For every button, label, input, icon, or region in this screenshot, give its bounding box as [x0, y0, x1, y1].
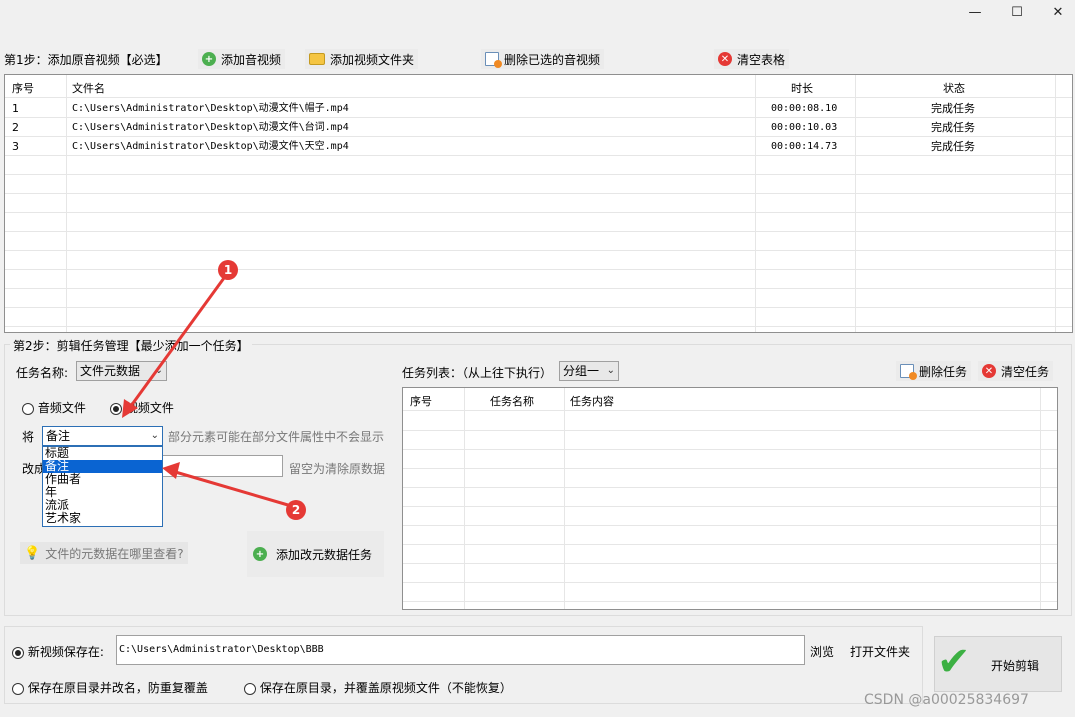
- delete-selected-label: 删除已选的音视频: [504, 52, 601, 67]
- dropdown-option-artist[interactable]: 艺术家: [43, 512, 162, 525]
- task-table-header: 序号 任务名称 任务内容: [403, 392, 1057, 411]
- task-col-content-header: 任务内容: [570, 395, 614, 408]
- metadata-help-link[interactable]: 💡 文件的元数据在哪里查看?: [20, 542, 188, 564]
- jiang-label: 将: [22, 430, 35, 444]
- radio-audio-circle: [22, 402, 34, 415]
- group-value: 分组一: [563, 364, 600, 378]
- dropdown-option-composer[interactable]: 作曲者: [43, 473, 162, 486]
- add-audio-button[interactable]: + 添加音视频: [198, 49, 286, 69]
- task-col-name-header: 任务名称: [490, 395, 534, 408]
- clear-tasks-label: 清空任务: [1001, 364, 1050, 379]
- chevron-down-icon: ⌄: [150, 430, 159, 441]
- overwrite-label: 保存在原目录，并覆盖原视频文件（不能恢复）: [259, 681, 512, 695]
- radio-video-circle: [110, 402, 122, 415]
- file-table[interactable]: 序号 文件名 时长 状态 1 C:\Users\Administrator\De…: [4, 74, 1073, 333]
- row-duration: 00:00:14.73: [771, 141, 838, 152]
- checkmark-icon: ✔: [937, 639, 971, 685]
- row-index: 3: [12, 140, 19, 153]
- clear-tasks-button[interactable]: ✕ 清空任务: [978, 361, 1054, 381]
- radio-save-rename[interactable]: 保存在原目录并改名，防重复覆盖: [12, 679, 208, 696]
- row-index: 1: [12, 102, 19, 115]
- col-file-header: 文件名: [72, 82, 105, 95]
- table-row[interactable]: 2 C:\Users\Administrator\Desktop\动漫文件\台词…: [5, 118, 1072, 137]
- delete-file-icon: [900, 364, 917, 380]
- minimize-button[interactable]: —: [955, 2, 995, 24]
- metadata-field-value: 备注: [46, 429, 71, 443]
- row-duration: 00:00:10.03: [771, 122, 838, 133]
- radio-save-to-circle: [12, 646, 24, 659]
- lightbulb-icon: 💡: [24, 545, 41, 561]
- col-status-header: 状态: [943, 82, 965, 95]
- annotation-badge-1: 1: [218, 260, 238, 280]
- row-file: C:\Users\Administrator\Desktop\动漫文件\帽子.m…: [72, 103, 349, 114]
- radio-save-rename-circle: [12, 682, 24, 695]
- folder-icon: [309, 53, 325, 65]
- open-folder-button[interactable]: 打开文件夹: [850, 643, 910, 660]
- metadata-field-select[interactable]: 备注 ⌄: [42, 426, 163, 446]
- table-row[interactable]: 1 C:\Users\Administrator\Desktop\动漫文件\帽子…: [5, 99, 1072, 118]
- metadata-field-dropdown[interactable]: 标题 备注 作曲者 年 流派 艺术家: [42, 446, 163, 527]
- radio-save-to[interactable]: 新视频保存在:: [12, 643, 104, 660]
- hint-partial-elements: 部分元素可能在部分文件属性中不会显示: [168, 430, 385, 444]
- chevron-down-icon: ⌄: [154, 365, 163, 376]
- radio-audio[interactable]: 音频文件: [22, 399, 86, 416]
- task-table[interactable]: 序号 任务名称 任务内容: [402, 387, 1058, 610]
- task-list-label: 任务列表：（从上往下执行）: [402, 366, 553, 380]
- close-button[interactable]: ✕: [1038, 2, 1075, 24]
- row-status: 完成任务: [931, 121, 975, 134]
- annotation-badge-2: 2: [286, 500, 306, 520]
- radio-overwrite-circle: [244, 682, 256, 695]
- maximize-button[interactable]: ☐: [997, 2, 1037, 24]
- col-duration-header: 时长: [791, 82, 813, 95]
- clear-icon: ✕: [982, 364, 996, 378]
- chevron-down-icon: ⌄: [606, 365, 615, 376]
- plus-icon: +: [253, 547, 267, 561]
- add-folder-button[interactable]: 添加视频文件夹: [305, 49, 419, 69]
- row-file: C:\Users\Administrator\Desktop\动漫文件\天空.m…: [72, 141, 349, 152]
- task-name-label: 任务名称:: [16, 366, 69, 380]
- save-path-input[interactable]: C:\Users\Administrator\Desktop\BBB: [116, 635, 805, 665]
- browse-button[interactable]: 浏览: [810, 643, 834, 660]
- radio-audio-label: 音频文件: [37, 401, 86, 415]
- add-metadata-task-button[interactable]: + 添加改元数据任务: [247, 531, 384, 577]
- group-select[interactable]: 分组一 ⌄: [559, 361, 619, 381]
- radio-video-label: 视频文件: [125, 401, 174, 415]
- new-value-input[interactable]: [160, 455, 283, 477]
- clear-table-button[interactable]: ✕ 清空表格: [714, 49, 790, 69]
- start-edit-button[interactable]: ✔ 开始剪辑: [934, 636, 1062, 692]
- delete-task-button[interactable]: 删除任务: [896, 361, 972, 381]
- save-rename-label: 保存在原目录并改名，防重复覆盖: [27, 681, 208, 695]
- save-to-label: 新视频保存在:: [27, 645, 104, 659]
- task-name-select[interactable]: 文件元数据 ⌄: [76, 361, 167, 381]
- watermark: CSDN @a00025834697: [864, 692, 1029, 708]
- delete-selected-button[interactable]: 删除已选的音视频: [481, 49, 605, 69]
- start-edit-label: 开始剪辑: [991, 659, 1040, 673]
- delete-task-label: 删除任务: [919, 364, 968, 379]
- clear-icon: ✕: [718, 52, 732, 66]
- col-index-header: 序号: [12, 82, 34, 95]
- row-status: 完成任务: [931, 102, 975, 115]
- task-col-index-header: 序号: [410, 395, 432, 408]
- delete-file-icon: [485, 52, 502, 68]
- row-index: 2: [12, 121, 19, 134]
- radio-overwrite[interactable]: 保存在原目录，并覆盖原视频文件（不能恢复）: [244, 679, 512, 696]
- step1-label: 第1步：添加原音视频【必选】: [4, 53, 168, 67]
- add-metadata-task-label: 添加改元数据任务: [276, 547, 373, 562]
- table-header: 序号 文件名 时长 状态: [5, 79, 1072, 98]
- metadata-help-label: 文件的元数据在哪里查看?: [45, 546, 184, 561]
- add-folder-label: 添加视频文件夹: [330, 52, 415, 67]
- clear-table-label: 清空表格: [737, 52, 786, 67]
- add-audio-label: 添加音视频: [221, 52, 282, 67]
- step2-label: 第2步：剪辑任务管理【最少添加一个任务】: [10, 337, 252, 354]
- row-file: C:\Users\Administrator\Desktop\动漫文件\台词.m…: [72, 122, 349, 133]
- row-status: 完成任务: [931, 140, 975, 153]
- radio-video[interactable]: 视频文件: [110, 399, 174, 416]
- plus-icon: +: [202, 52, 216, 66]
- hint-empty-clears: 留空为清除原数据: [289, 462, 386, 476]
- row-duration: 00:00:08.10: [771, 103, 838, 114]
- task-name-value: 文件元数据: [80, 364, 141, 378]
- table-row[interactable]: 3 C:\Users\Administrator\Desktop\动漫文件\天空…: [5, 137, 1072, 156]
